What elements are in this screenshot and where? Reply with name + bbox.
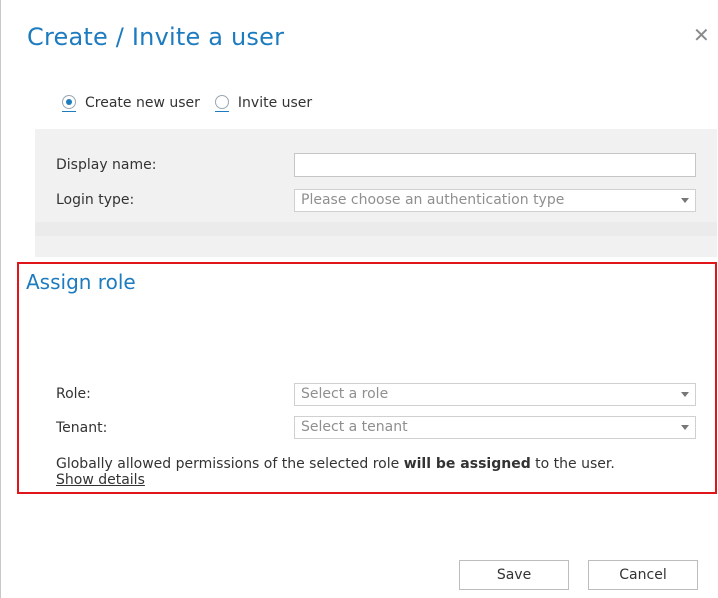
tenant-value: Select a tenant [301,419,408,435]
display-name-label: Display name: [56,157,157,173]
tenant-select[interactable]: Select a tenant [294,416,696,439]
dialog-border [0,0,1,598]
chevron-down-icon [681,198,689,203]
tenant-label: Tenant: [56,420,108,436]
radio-create-label[interactable]: Create new user [85,95,200,111]
save-button[interactable]: Save [459,560,569,590]
close-icon[interactable]: ✕ [693,25,710,45]
chevron-down-icon [681,425,689,430]
show-details-link[interactable]: Show details [56,472,145,488]
user-mode-radio-group: Create new user Invite user [62,92,312,114]
chevron-down-icon [681,392,689,397]
assign-role-title: Assign role [26,270,136,294]
role-select[interactable]: Select a role [294,383,696,406]
role-value: Select a role [301,386,389,402]
info-prefix: Globally allowed permissions of the sele… [56,456,404,472]
dialog-title: Create / Invite a user [27,23,285,51]
radio-unchecked-icon[interactable] [214,94,229,109]
permissions-info-text: Globally allowed permissions of the sele… [56,456,615,472]
panel-stripe [35,222,717,236]
radio-invite-label[interactable]: Invite user [238,95,312,111]
login-type-select[interactable]: Please choose an authentication type [294,189,696,212]
role-label: Role: [56,386,91,402]
radio-invite-user[interactable]: Invite user [214,94,312,112]
radio-invite-underline [214,94,229,112]
login-type-value: Please choose an authentication type [301,192,565,208]
display-name-input[interactable] [294,153,696,177]
login-type-label: Login type: [56,192,135,208]
info-bold: will be assigned [403,456,531,472]
radio-create-new-user[interactable]: Create new user [62,94,200,112]
cancel-button[interactable]: Cancel [588,560,698,590]
radio-checked-icon[interactable] [62,94,76,109]
radio-create-underline [62,94,76,112]
info-suffix: to the user. [530,456,615,472]
